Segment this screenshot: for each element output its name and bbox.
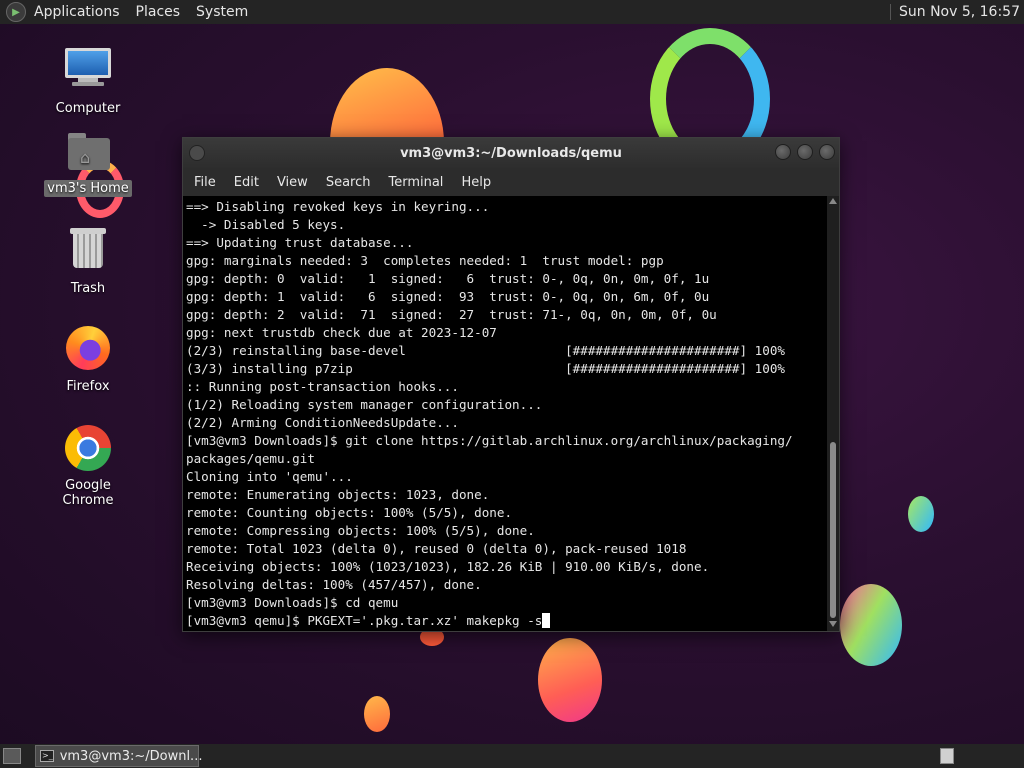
menu-applications[interactable]: Applications [32,4,128,20]
menu-search[interactable]: Search [317,175,380,190]
terminal-line: -> Disabled 5 keys. [201,217,346,232]
terminal-line: (3/3) installing p7zip [################… [186,361,785,376]
menu-edit[interactable]: Edit [225,175,268,190]
wallpaper-small-blue-blob [908,496,934,532]
menu-system[interactable]: System [194,4,256,20]
desktop-icon-label: Computer [55,101,121,116]
menu-places[interactable]: Places [134,4,189,20]
distro-logo-icon[interactable]: ▶ [6,2,26,22]
bottom-panel: >_ vm3@vm3:~/Downl... [0,744,1024,768]
terminal-line: gpg: next trustdb check due at 2023-12-0… [186,325,497,340]
show-desktop-icon[interactable] [3,748,21,764]
terminal-output[interactable]: ==> Disabling revoked keys in keyring...… [186,198,826,630]
menu-terminal[interactable]: Terminal [379,175,452,190]
terminal-line: gpg: depth: 0 valid: 1 signed: 6 trust: … [186,271,710,286]
window-title: vm3@vm3:~/Downloads/qemu [400,145,622,161]
terminal-line: Cloning into 'qemu'... [186,469,353,484]
desktop-icon-trash[interactable]: Trash [38,224,138,297]
terminal-line: (2/3) reinstalling base-devel [#########… [186,343,785,358]
desktop-icon-home[interactable]: ⌂ vm3's Home [38,128,138,197]
scroll-up-arrow-icon[interactable] [829,198,837,204]
window-menu-button[interactable] [189,145,205,161]
firefox-icon [64,326,112,374]
terminal-line: gpg: depth: 1 valid: 6 signed: 93 trust:… [186,289,710,304]
workspace-switcher[interactable] [940,748,954,764]
computer-icon [64,48,112,96]
terminal-line: [vm3@vm3 Downloads]$ git clone https://g… [186,433,793,448]
terminal-line: [vm3@vm3 Downloads]$ cd qemu [186,595,399,610]
terminal-cursor [542,613,551,628]
taskbar-item-label: vm3@vm3:~/Downl... [59,748,203,764]
desktop-icon-label: Firefox [66,379,110,394]
terminal-line: packages/qemu.git [186,451,315,466]
wallpaper-small-orange-blob [364,696,390,732]
desktop-icon-label: Trash [70,281,106,296]
terminal-window[interactable]: vm3@vm3:~/Downloads/qemu File Edit View … [182,137,840,632]
desktop-icon-label: Google Chrome [62,478,114,508]
terminal-icon: >_ [40,750,54,762]
maximize-button[interactable] [797,144,813,160]
terminal-line: Resolving deltas: 100% (457/457), done. [186,577,482,592]
desktop-icon-chrome[interactable]: Google Chrome [38,424,138,509]
window-controls [775,144,835,160]
desktop-icon-label: vm3's Home [44,180,132,197]
terminal-line: ==> Disabling revoked keys in keyring... [186,199,490,214]
terminal-line: gpg: depth: 2 valid: 71 signed: 27 trust… [186,307,717,322]
terminal-line: :: Running post-transaction hooks... [186,379,459,394]
terminal-output-area[interactable]: ==> Disabling revoked keys in keyring...… [183,196,839,631]
top-panel: ▶ Applications Places System Sun Nov 5, … [0,0,1024,24]
terminal-menubar: File Edit View Search Terminal Help [183,168,839,196]
menu-help[interactable]: Help [452,175,500,190]
terminal-line: (2/2) Arming ConditionNeedsUpdate... [186,415,459,430]
wallpaper-orange-blob-bottom [538,638,602,722]
home-folder-icon: ⌂ [64,128,112,176]
trash-icon [64,228,112,276]
terminal-line: gpg: marginals needed: 3 completes neede… [186,253,664,268]
menu-view[interactable]: View [268,175,317,190]
desktop-icon-computer[interactable]: Computer [38,44,138,117]
terminal-line: remote: Enumerating objects: 1023, done. [186,487,490,502]
desktop-icon-firefox[interactable]: Firefox [38,324,138,395]
terminal-line: remote: Total 1023 (delta 0), reused 0 (… [186,541,687,556]
scrollbar-thumb[interactable] [830,442,836,618]
terminal-prompt-line[interactable]: [vm3@vm3 qemu]$ PKGEXT='.pkg.tar.xz' mak… [186,613,542,628]
chrome-icon [64,425,112,473]
terminal-line: (1/2) Reloading system manager configura… [186,397,543,412]
taskbar-item-terminal[interactable]: >_ vm3@vm3:~/Downl... [35,745,202,767]
window-titlebar[interactable]: vm3@vm3:~/Downloads/qemu [183,138,839,168]
wallpaper-blue-blob [840,584,902,666]
menu-file[interactable]: File [185,175,225,190]
close-button[interactable] [819,144,835,160]
terminal-scrollbar[interactable] [827,196,839,631]
scroll-down-arrow-icon[interactable] [829,621,837,627]
minimize-button[interactable] [775,144,791,160]
terminal-line: ==> Updating trust database... [186,235,414,250]
terminal-line: remote: Compressing objects: 100% (5/5),… [186,523,535,538]
terminal-line: Receiving objects: 100% (1023/1023), 182… [186,559,710,574]
clock[interactable]: Sun Nov 5, 16:57 [889,4,1024,20]
terminal-line: remote: Counting objects: 100% (5/5), do… [186,505,513,520]
